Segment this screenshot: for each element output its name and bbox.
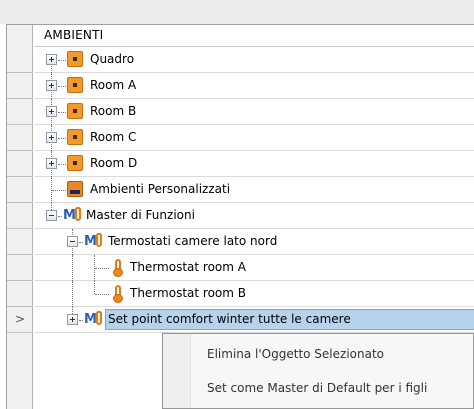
row-header[interactable] <box>7 281 33 307</box>
row-header[interactable] <box>7 99 33 125</box>
thermometer-glyph <box>75 207 81 221</box>
tree-connector <box>51 203 52 210</box>
room-icon <box>67 129 83 145</box>
room-icon <box>67 77 83 93</box>
room-icon <box>67 155 83 171</box>
tree-connector <box>58 86 66 87</box>
row-header[interactable] <box>7 177 33 203</box>
column-header-label: AMBIENTI <box>44 28 104 42</box>
tree-row-room-d[interactable]: Room D <box>7 151 474 177</box>
room-icon <box>67 51 83 67</box>
tree-row-room-c[interactable]: Room C <box>7 125 474 151</box>
row-header[interactable] <box>7 229 33 255</box>
tree-row-ambienti-personalizzati[interactable]: Ambienti Personalizzati <box>7 177 474 203</box>
tree-connector <box>58 112 66 113</box>
tree-cell[interactable]: Thermostat room A <box>34 255 474 281</box>
master-function-icon: M <box>84 311 106 329</box>
custom-environment-icon <box>67 181 83 197</box>
top-strip <box>0 0 474 24</box>
thermometer-icon <box>113 259 123 277</box>
tree-cell[interactable]: Thermostat room B <box>34 281 474 307</box>
tree-row-room-b[interactable]: Room B <box>7 99 474 125</box>
thermometer-bulb <box>113 268 123 277</box>
thermometer-glyph <box>96 233 102 247</box>
tree-item-label: Room C <box>90 130 137 144</box>
master-letter-glyph: M <box>84 312 97 327</box>
row-header[interactable]: > <box>7 307 33 333</box>
tree-row-room-a[interactable]: Room A <box>7 73 474 99</box>
tree-cell[interactable]: M Set point comfort winter tutte le came… <box>34 307 474 333</box>
tree-cell[interactable]: Room A <box>34 73 474 99</box>
row-header[interactable] <box>7 47 33 73</box>
tree-connector <box>94 281 95 294</box>
tree-connector <box>58 216 62 217</box>
room-icon <box>67 103 83 119</box>
tree-item-label: Room D <box>90 156 138 170</box>
tree-connector <box>58 164 66 165</box>
tree-item-label: Set point comfort winter tutte le camere <box>108 312 351 326</box>
tree-connector <box>72 307 73 314</box>
master-function-icon: M <box>63 207 85 225</box>
tree-item-label: Room B <box>90 104 137 118</box>
current-row-marker: > <box>15 312 26 326</box>
thermometer-icon <box>113 285 123 303</box>
row-header[interactable] <box>7 73 33 99</box>
row-header[interactable] <box>7 255 33 281</box>
row-header[interactable] <box>7 151 33 177</box>
tree-connector <box>79 242 83 243</box>
thermometer-bulb <box>113 294 123 303</box>
tree-row-quadro[interactable]: Quadro <box>7 47 474 73</box>
tree-item-label: Termostati camere lato nord <box>108 234 278 248</box>
tree-cell[interactable]: M Master di Funzioni <box>34 203 474 229</box>
expand-icon[interactable] <box>46 106 57 117</box>
column-header[interactable]: AMBIENTI <box>34 25 474 47</box>
tree-cell[interactable]: Room C <box>34 125 474 151</box>
tree-cell[interactable]: Quadro <box>34 47 474 73</box>
tree-row-termostati-camere-lato-nord[interactable]: M Termostati camere lato nord <box>7 229 474 255</box>
tree-connector <box>95 268 109 269</box>
menu-item-delete-selected[interactable]: Elimina l'Oggetto Selezionato <box>207 347 384 361</box>
expand-icon[interactable] <box>67 314 78 325</box>
master-letter-glyph: M <box>84 234 97 249</box>
row-header-column-extension <box>7 325 33 409</box>
tree-item-label: Thermostat room A <box>130 260 246 274</box>
master-function-icon: M <box>84 233 106 251</box>
tree-cell[interactable]: Room B <box>34 99 474 125</box>
tree-connector <box>79 320 83 321</box>
tree-row-thermostat-room-a[interactable]: Thermostat room A <box>7 255 474 281</box>
menu-item-set-default-master[interactable]: Set come Master di Default per i figli <box>207 381 427 395</box>
row-header[interactable] <box>7 125 33 151</box>
tree-item-label: Thermostat room B <box>130 286 246 300</box>
tree-item-label: Master di Funzioni <box>86 208 195 222</box>
tree-connector <box>95 294 109 295</box>
tree-connector <box>58 138 66 139</box>
tree-item-label: Ambienti Personalizzati <box>90 182 231 196</box>
tree-cell[interactable]: M Termostati camere lato nord <box>34 229 474 255</box>
tree-connector <box>52 190 66 191</box>
expand-icon[interactable] <box>46 158 57 169</box>
expand-icon[interactable] <box>46 80 57 91</box>
tree-row-set-point-comfort[interactable]: > M Set point comfort winter tutte le ca… <box>7 307 474 333</box>
tree-row-thermostat-room-b[interactable]: Thermostat room B <box>7 281 474 307</box>
tree-connector <box>72 255 73 281</box>
tree-cell[interactable]: Ambienti Personalizzati <box>34 177 474 203</box>
thermometer-glyph <box>96 311 102 325</box>
expand-icon[interactable] <box>46 132 57 143</box>
collapse-icon[interactable] <box>67 236 78 247</box>
row-header[interactable] <box>7 203 33 229</box>
tree-connector <box>72 281 73 307</box>
master-letter-glyph: M <box>63 208 76 223</box>
tree-cell[interactable]: Room D <box>34 151 474 177</box>
tree-row-master-di-funzioni[interactable]: M Master di Funzioni <box>7 203 474 229</box>
collapse-icon[interactable] <box>46 210 57 221</box>
expand-icon[interactable] <box>46 54 57 65</box>
tree-item-label: Room A <box>90 78 137 92</box>
context-menu: Elimina l'Oggetto Selezionato Set come M… <box>162 333 474 409</box>
tree-connector <box>58 60 66 61</box>
tree-item-label: Quadro <box>90 52 135 66</box>
context-menu-gutter <box>163 334 191 408</box>
